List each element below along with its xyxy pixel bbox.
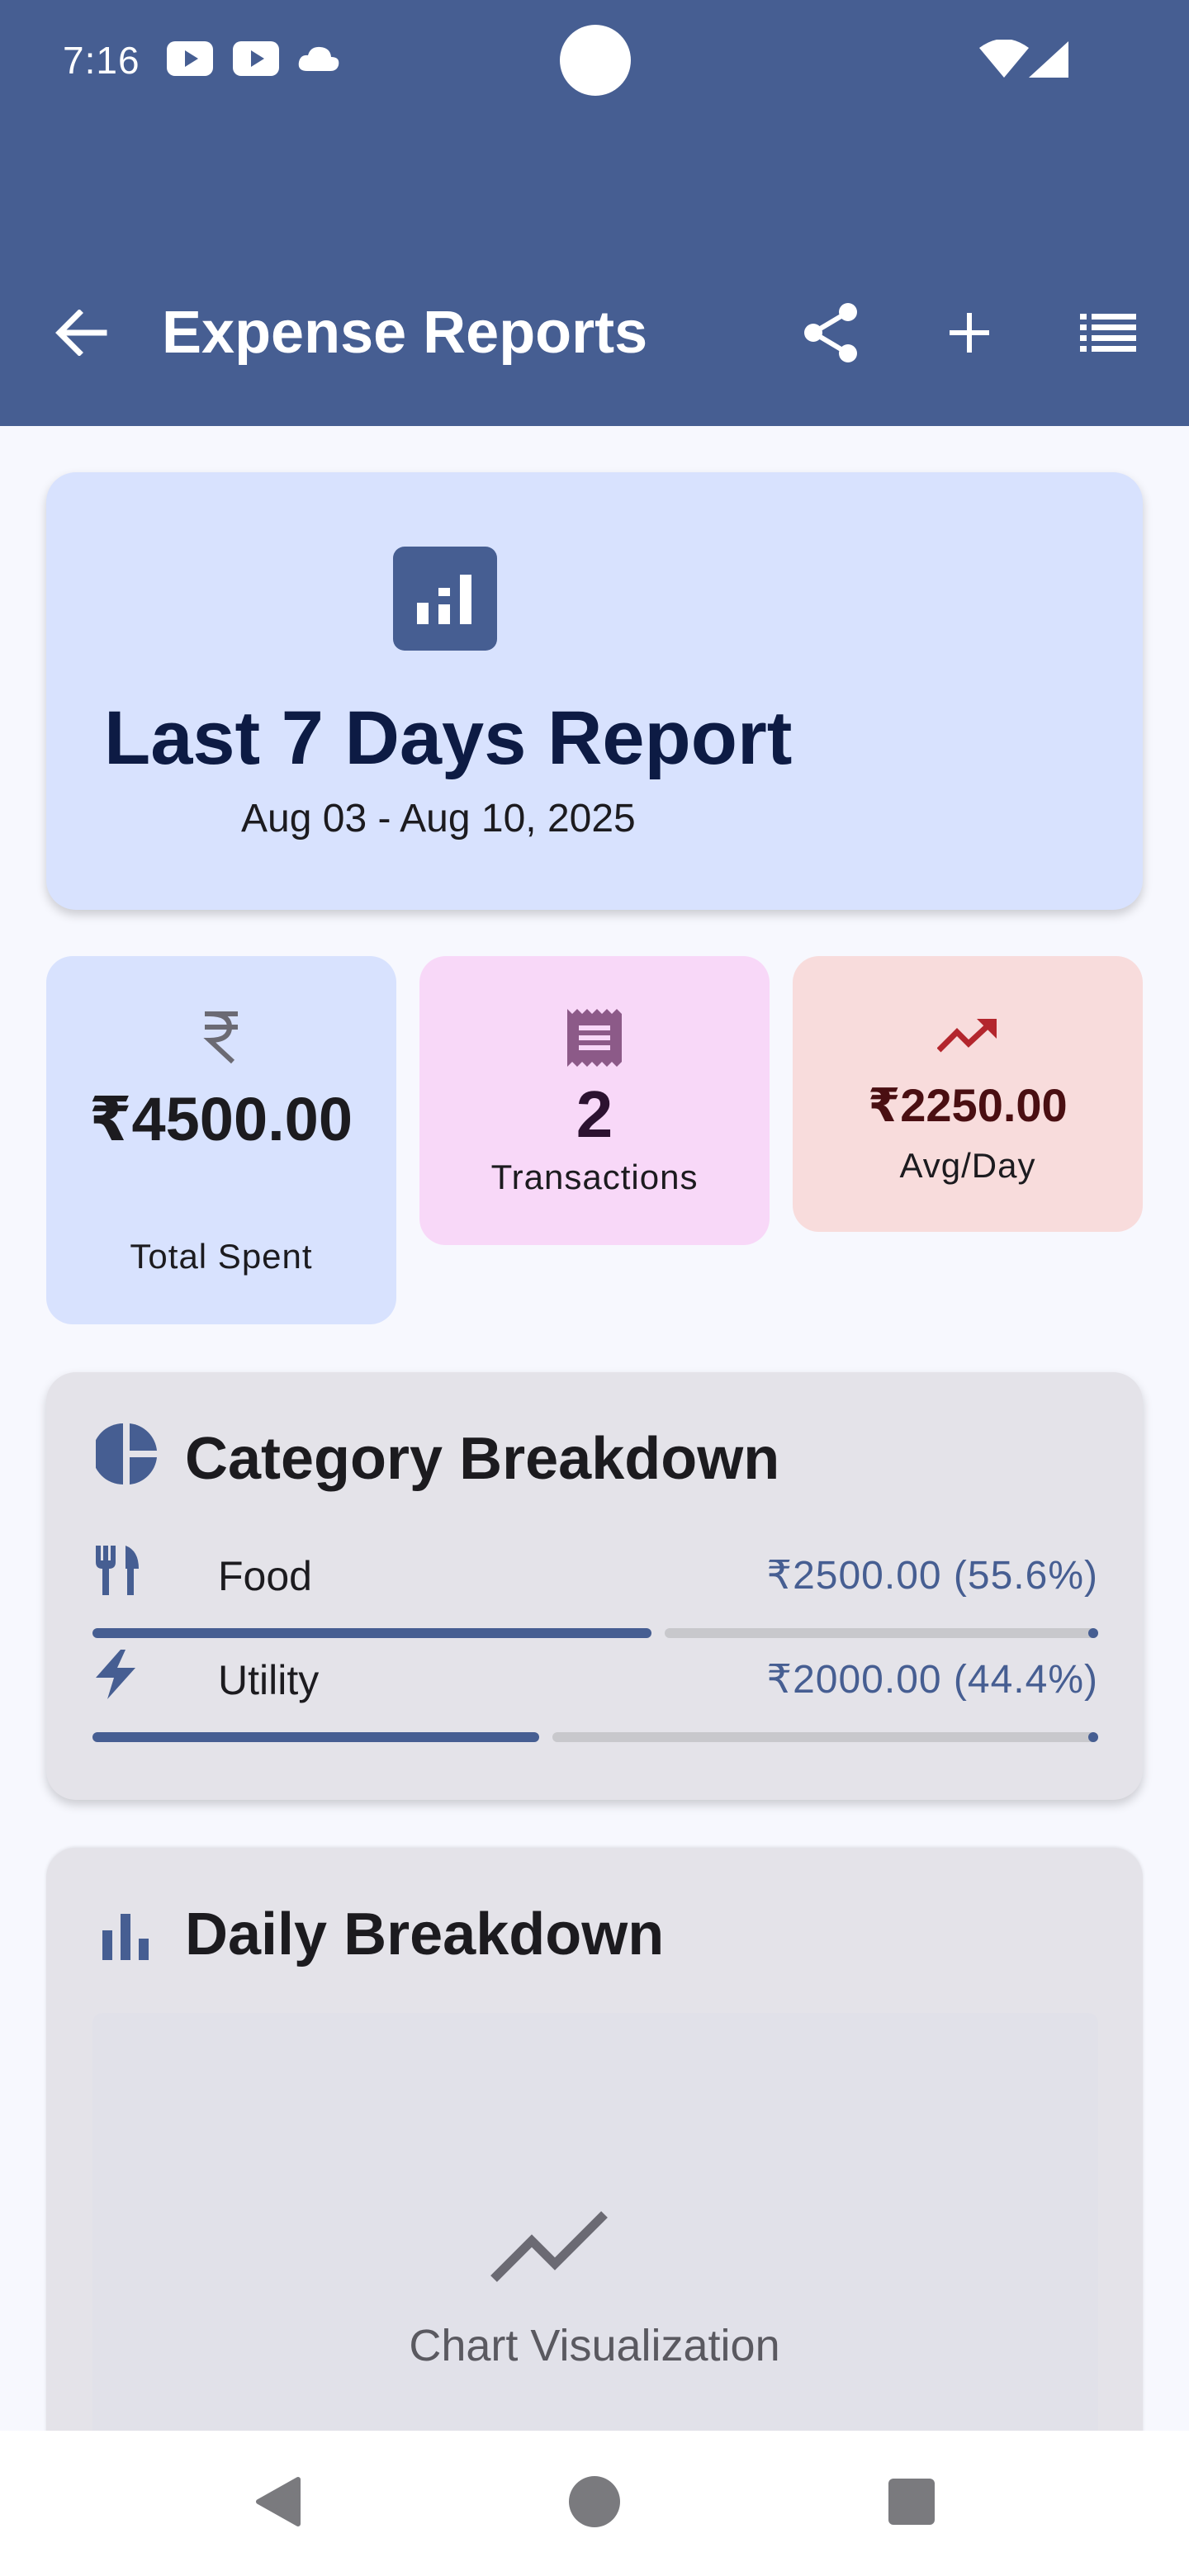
transactions-label: Transactions — [490, 1158, 699, 1196]
category-progress-remaining — [665, 1628, 1098, 1638]
share-icon — [802, 302, 860, 367]
category-progress-bar — [92, 1628, 1098, 1638]
avg-per-day-label: Avg/Day — [899, 1146, 1036, 1185]
bar-chart-icon — [102, 1914, 150, 1964]
youtube-icon — [233, 41, 279, 80]
back-button[interactable] — [31, 281, 130, 388]
category-progress-fill — [92, 1732, 539, 1742]
add-button[interactable] — [920, 281, 1019, 388]
rupee-icon — [46, 1009, 396, 1063]
add-icon — [946, 310, 992, 360]
list-icon — [1080, 313, 1136, 356]
toolbar: Expense Reports — [0, 281, 1189, 388]
list-button[interactable] — [1059, 281, 1158, 388]
category-row-utility[interactable]: Utility ₹2000.00 (44.4%) — [92, 1650, 1098, 1757]
cloud-icon — [297, 45, 340, 77]
category-progress-end — [1088, 1732, 1098, 1742]
category-breakdown-title: Category Breakdown — [185, 1426, 780, 1492]
youtube-icon — [167, 41, 213, 80]
chart-placeholder-label: Chart Visualization — [409, 2321, 780, 2370]
category-name: Utility — [218, 1657, 320, 1703]
category-name: Food — [218, 1553, 312, 1599]
back-triangle-icon — [253, 2476, 301, 2531]
category-progress-end — [1088, 1628, 1098, 1638]
arrow-left-icon — [54, 308, 107, 360]
bolt-icon — [92, 1650, 139, 1703]
camera-cutout — [560, 25, 631, 96]
total-spent-card: ₹4500.00 Total Spent — [46, 956, 396, 1324]
restaurant-icon — [92, 1546, 142, 1599]
category-progress-fill — [92, 1628, 651, 1638]
transactions-value: 2 — [576, 1077, 613, 1151]
home-circle-icon — [568, 2475, 621, 2532]
top-app-bar: 7:16 Expense Reports — [0, 0, 1189, 426]
report-summary-card: Last 7 Days Report Aug 03 - Aug 10, 2025 — [46, 472, 1143, 910]
system-nav-bar — [0, 2431, 1189, 2576]
status-bar: 7:16 — [0, 0, 1189, 124]
category-breakdown-card: Category Breakdown Food ₹2500.00 (55.6%)… — [46, 1372, 1143, 1800]
category-amount: ₹2000.00 (44.4%) — [766, 1658, 1098, 1702]
share-button[interactable] — [781, 281, 880, 388]
category-amount: ₹2500.00 (55.6%) — [766, 1554, 1098, 1598]
category-progress-remaining — [552, 1732, 1098, 1742]
report-date-range: Aug 03 - Aug 10, 2025 — [241, 797, 636, 841]
line-chart-icon — [489, 2206, 613, 2290]
nav-home-button[interactable] — [545, 2454, 644, 2553]
bar-chart-icon — [393, 547, 497, 651]
category-row-food[interactable]: Food ₹2500.00 (55.6%) — [92, 1546, 1098, 1653]
status-time: 7:16 — [63, 39, 140, 82]
nav-back-button[interactable] — [228, 2454, 327, 2553]
page-title: Expense Reports — [162, 300, 648, 366]
category-progress-bar — [92, 1732, 1098, 1742]
avg-per-day-card: ₹2250.00 Avg/Day — [793, 956, 1143, 1232]
nav-recents-button[interactable] — [862, 2454, 961, 2553]
daily-breakdown-title: Daily Breakdown — [185, 1901, 665, 1968]
total-spent-value: ₹4500.00 — [89, 1085, 353, 1153]
total-spent-label: Total Spent — [130, 1237, 313, 1276]
signal-icon — [1029, 41, 1068, 82]
wifi-icon — [979, 39, 1029, 82]
receipt-icon — [419, 1009, 770, 1067]
recents-square-icon — [888, 2478, 935, 2529]
transactions-card: 2 Transactions — [419, 956, 770, 1245]
pie-chart-icon — [92, 1423, 157, 1489]
avg-per-day-value: ₹2250.00 — [868, 1079, 1068, 1131]
report-title: Last 7 Days Report — [104, 696, 793, 780]
trending-up-icon — [793, 1017, 1143, 1054]
